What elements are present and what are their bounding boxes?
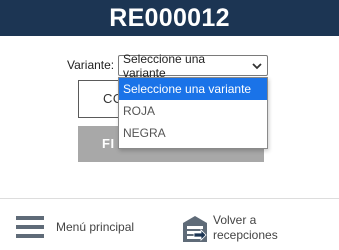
variant-option-placeholder[interactable]: Seleccione una variante <box>119 78 267 100</box>
chevron-down-icon <box>252 62 262 69</box>
header-bar: RE000012 <box>0 0 339 36</box>
variant-selected-value: Seleccione una variante <box>123 51 206 80</box>
main-menu-button[interactable]: Menú principal <box>16 210 156 244</box>
main-menu-label: Menú principal <box>56 220 135 234</box>
variant-dropdown-list: Seleccione una variante ROJA NEGRA <box>118 77 268 149</box>
variant-option-negra[interactable]: NEGRA <box>119 122 267 144</box>
warehouse-icon <box>183 216 207 242</box>
variant-select[interactable]: Seleccione una variante <box>118 52 268 80</box>
variant-label: Variante: <box>67 58 115 72</box>
app-root: RE000012 Variante: Seleccione una varian… <box>0 0 339 250</box>
back-to-receptions-button[interactable]: Volver a recepciones <box>182 208 332 248</box>
page-title: RE000012 <box>109 3 230 32</box>
variant-option-roja[interactable]: ROJA <box>119 100 267 122</box>
back-to-receptions-label: Volver a recepciones <box>213 213 278 242</box>
footer-divider <box>0 198 339 199</box>
hamburger-menu-icon <box>16 216 44 238</box>
